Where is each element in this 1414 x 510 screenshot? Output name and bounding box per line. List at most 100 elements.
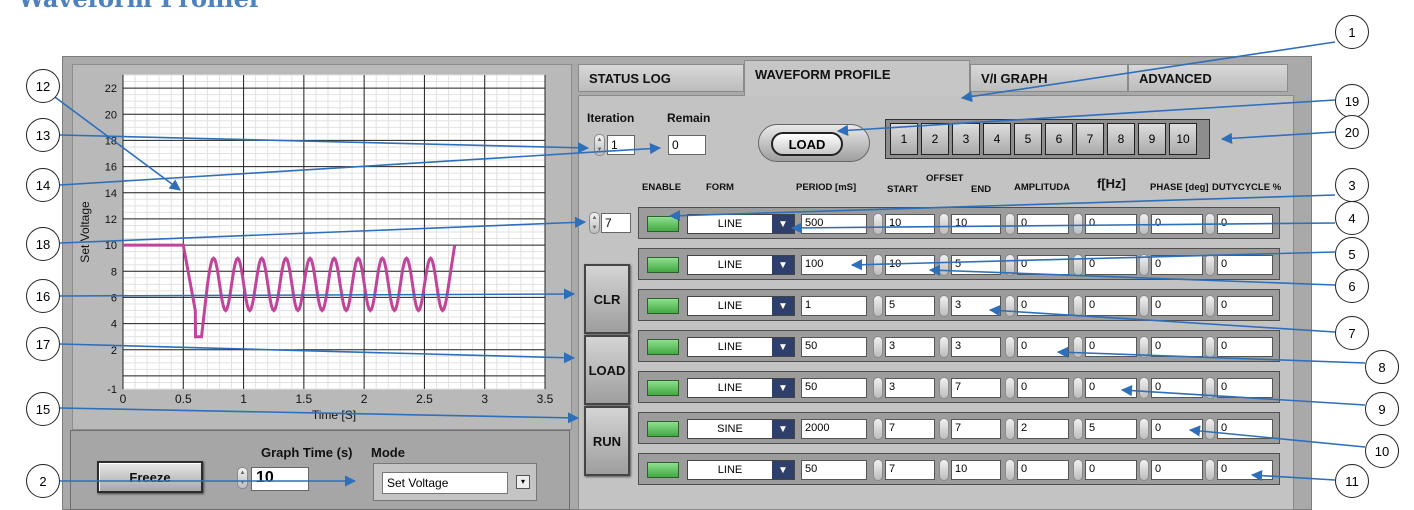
start-spinner[interactable] bbox=[873, 418, 883, 440]
start-input[interactable]: 10 bbox=[885, 255, 935, 275]
amplitude-input[interactable]: 0 bbox=[1017, 378, 1069, 398]
period-input[interactable]: 100 bbox=[801, 255, 867, 275]
profile-button-2[interactable]: 2 bbox=[921, 123, 949, 155]
dutycycle-input[interactable]: 0 bbox=[1217, 460, 1273, 480]
chevron-down-icon[interactable]: ▾ bbox=[516, 475, 530, 489]
profile-button-9[interactable]: 9 bbox=[1138, 123, 1166, 155]
period-input[interactable]: 500 bbox=[801, 214, 867, 234]
frequency-spinner[interactable] bbox=[1073, 336, 1083, 358]
start-input[interactable]: 5 bbox=[885, 296, 935, 316]
chevron-down-icon[interactable]: ▼ bbox=[772, 297, 794, 315]
profile-button-4[interactable]: 4 bbox=[983, 123, 1011, 155]
amplitude-input[interactable]: 0 bbox=[1017, 460, 1069, 480]
run-button[interactable]: RUN bbox=[584, 406, 630, 476]
start-input[interactable]: 7 bbox=[885, 460, 935, 480]
phase-spinner[interactable] bbox=[1139, 254, 1149, 276]
end-spinner[interactable] bbox=[939, 254, 949, 276]
mode-select[interactable]: Set Voltage ▾ bbox=[373, 463, 537, 501]
dutycycle-spinner[interactable] bbox=[1205, 336, 1215, 358]
start-input[interactable]: 7 bbox=[885, 419, 935, 439]
start-input[interactable]: 10 bbox=[885, 214, 935, 234]
amplitude-spinner[interactable] bbox=[1005, 213, 1015, 235]
profile-button-1[interactable]: 1 bbox=[890, 123, 918, 155]
end-input[interactable]: 3 bbox=[951, 337, 1001, 357]
end-spinner[interactable] bbox=[939, 213, 949, 235]
form-select[interactable]: LINE ▼ bbox=[687, 337, 795, 357]
phase-spinner[interactable] bbox=[1139, 213, 1149, 235]
frequency-spinner[interactable] bbox=[1073, 377, 1083, 399]
start-spinner[interactable] bbox=[873, 377, 883, 399]
end-input[interactable]: 10 bbox=[951, 460, 1001, 480]
freeze-button[interactable]: Freeze bbox=[97, 461, 203, 493]
profile-button-6[interactable]: 6 bbox=[1045, 123, 1073, 155]
amplitude-input[interactable]: 0 bbox=[1017, 296, 1069, 316]
period-input[interactable]: 50 bbox=[801, 378, 867, 398]
start-spinner[interactable] bbox=[873, 336, 883, 358]
period-input[interactable]: 50 bbox=[801, 337, 867, 357]
enable-led[interactable] bbox=[647, 421, 679, 437]
enable-led[interactable] bbox=[647, 462, 679, 478]
profile-button-8[interactable]: 8 bbox=[1107, 123, 1135, 155]
form-select[interactable]: LINE ▼ bbox=[687, 296, 795, 316]
dutycycle-spinner[interactable] bbox=[1205, 295, 1215, 317]
dutycycle-spinner[interactable] bbox=[1205, 418, 1215, 440]
dutycycle-input[interactable]: 0 bbox=[1217, 337, 1273, 357]
tab-advanced[interactable]: ADVANCED bbox=[1128, 64, 1288, 92]
enable-led[interactable] bbox=[647, 298, 679, 314]
frequency-input[interactable]: 0 bbox=[1085, 337, 1137, 357]
form-select[interactable]: SINE ▼ bbox=[687, 419, 795, 439]
frequency-input[interactable]: 0 bbox=[1085, 460, 1137, 480]
load-profile-button[interactable]: LOAD bbox=[771, 132, 843, 156]
load-button[interactable]: LOAD bbox=[584, 335, 630, 405]
phase-spinner[interactable] bbox=[1139, 377, 1149, 399]
chevron-down-icon[interactable]: ▼ bbox=[772, 338, 794, 356]
dutycycle-input[interactable]: 0 bbox=[1217, 419, 1273, 439]
frequency-input[interactable]: 0 bbox=[1085, 214, 1137, 234]
chevron-down-icon[interactable]: ▼ bbox=[772, 420, 794, 438]
period-input[interactable]: 1 bbox=[801, 296, 867, 316]
phase-input[interactable]: 0 bbox=[1151, 378, 1203, 398]
dutycycle-spinner[interactable] bbox=[1205, 459, 1215, 481]
frequency-input[interactable]: 0 bbox=[1085, 255, 1137, 275]
chevron-down-icon[interactable]: ▼ bbox=[772, 215, 794, 233]
form-select[interactable]: LINE ▼ bbox=[687, 255, 795, 275]
tab-status-log[interactable]: STATUS LOG bbox=[578, 64, 744, 92]
phase-spinner[interactable] bbox=[1139, 295, 1149, 317]
row-count-spinner[interactable]: ▲ ▼ bbox=[589, 212, 600, 234]
end-input[interactable]: 3 bbox=[951, 296, 1001, 316]
form-select[interactable]: LINE ▼ bbox=[687, 460, 795, 480]
chevron-down-icon[interactable]: ▼ bbox=[772, 461, 794, 479]
iteration-input[interactable]: 1 bbox=[607, 135, 635, 155]
phase-input[interactable]: 0 bbox=[1151, 255, 1203, 275]
end-input[interactable]: 7 bbox=[951, 419, 1001, 439]
phase-spinner[interactable] bbox=[1139, 459, 1149, 481]
end-input[interactable]: 10 bbox=[951, 214, 1001, 234]
end-spinner[interactable] bbox=[939, 295, 949, 317]
amplitude-spinner[interactable] bbox=[1005, 459, 1015, 481]
clear-button[interactable]: CLR bbox=[584, 264, 630, 334]
phase-input[interactable]: 0 bbox=[1151, 419, 1203, 439]
end-spinner[interactable] bbox=[939, 418, 949, 440]
frequency-input[interactable]: 0 bbox=[1085, 296, 1137, 316]
start-spinner[interactable] bbox=[873, 254, 883, 276]
graph-time-spinner[interactable]: ▲ ▼ bbox=[237, 467, 248, 489]
tab-vi-graph[interactable]: V/I GRAPH bbox=[970, 64, 1128, 92]
profile-button-10[interactable]: 10 bbox=[1169, 123, 1197, 155]
graph-time-input[interactable]: 10 bbox=[251, 467, 309, 491]
start-spinner[interactable] bbox=[873, 295, 883, 317]
amplitude-spinner[interactable] bbox=[1005, 377, 1015, 399]
frequency-spinner[interactable] bbox=[1073, 213, 1083, 235]
amplitude-spinner[interactable] bbox=[1005, 295, 1015, 317]
form-select[interactable]: LINE ▼ bbox=[687, 214, 795, 234]
period-input[interactable]: 2000 bbox=[801, 419, 867, 439]
amplitude-spinner[interactable] bbox=[1005, 418, 1015, 440]
end-input[interactable]: 5 bbox=[951, 255, 1001, 275]
start-input[interactable]: 3 bbox=[885, 378, 935, 398]
frequency-spinner[interactable] bbox=[1073, 459, 1083, 481]
row-count-input[interactable]: 7 bbox=[601, 213, 631, 233]
dutycycle-input[interactable]: 0 bbox=[1217, 255, 1273, 275]
dutycycle-input[interactable]: 0 bbox=[1217, 214, 1273, 234]
enable-led[interactable] bbox=[647, 257, 679, 273]
end-input[interactable]: 7 bbox=[951, 378, 1001, 398]
amplitude-spinner[interactable] bbox=[1005, 254, 1015, 276]
